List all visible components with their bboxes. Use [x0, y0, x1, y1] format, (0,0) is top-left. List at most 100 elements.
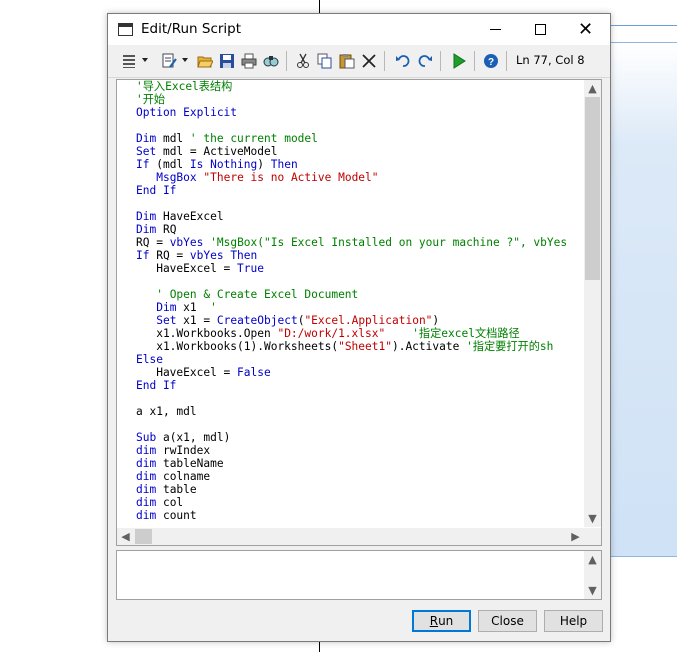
code-token: a x1, mdl [136, 405, 197, 418]
code-line[interactable]: dim colname [136, 470, 586, 483]
code-line[interactable]: Set mdl = ActiveModel [136, 145, 586, 158]
scroll-down-arrow[interactable]: ▼ [584, 582, 601, 599]
code-line[interactable]: If RQ = vbYes Then [136, 249, 586, 262]
code-line[interactable]: dim tableName [136, 457, 586, 470]
code-line[interactable] [136, 119, 586, 132]
run-script-button[interactable] [450, 52, 468, 70]
code-token: CreateObject [216, 314, 298, 327]
scroll-left-arrow[interactable]: ◀ [117, 528, 134, 545]
code-token: x1 = [176, 314, 217, 327]
code-token: End If [136, 184, 177, 197]
dropdown-arrow-icon[interactable] [142, 58, 148, 62]
help-button[interactable]: Help [544, 610, 603, 632]
code-token: "D:/work/1.xlsx" [277, 327, 386, 340]
edit-menu-button[interactable] [160, 52, 178, 70]
code-line[interactable] [136, 197, 586, 210]
output-vertical-scrollbar[interactable]: ▲ ▼ [584, 551, 601, 599]
dropdown-arrow-icon[interactable] [182, 58, 188, 62]
code-token: dim [136, 509, 157, 522]
code-line[interactable]: Set x1 = CreateObject("Excel.Application… [136, 314, 586, 327]
code-line[interactable]: Dim x1 ' [136, 301, 586, 314]
horizontal-scroll-thumb[interactable] [135, 529, 152, 544]
code-line[interactable]: a x1, mdl [136, 405, 586, 418]
scroll-up-arrow[interactable]: ▲ [584, 551, 601, 568]
code-line[interactable]: HaveExcel = True [136, 262, 586, 275]
scroll-up-arrow[interactable]: ▲ [584, 80, 601, 97]
code-line[interactable]: If (mdl Is Nothing) Then [136, 158, 586, 171]
code-token: ' the current model [189, 132, 318, 145]
code-line[interactable]: x1.Workbooks(1).Worksheets("Sheet1").Act… [136, 340, 586, 353]
vertical-scrollbar[interactable]: ▲ ▼ [584, 80, 601, 527]
redo-button[interactable] [416, 52, 434, 70]
scroll-down-arrow[interactable]: ▼ [584, 510, 601, 527]
scroll-right-arrow[interactable]: ▶ [567, 528, 584, 545]
code-token: HaveExcel = [136, 262, 238, 275]
code-line[interactable]: dim col [136, 496, 586, 509]
save-icon [220, 54, 234, 68]
code-line[interactable]: dim rwIndex [136, 444, 586, 457]
code-token: Option Explicit [136, 106, 238, 119]
code-line[interactable]: Dim RQ [136, 223, 586, 236]
undo-button[interactable] [394, 52, 412, 70]
code-line[interactable]: dim count [136, 509, 586, 522]
code-line[interactable]: End If [136, 379, 586, 392]
code-line[interactable]: Dim HaveExcel [136, 210, 586, 223]
code-line[interactable]: dim table [136, 483, 586, 496]
print-button[interactable] [240, 52, 258, 70]
code-token: mdl = ActiveModel [156, 145, 278, 158]
code-line[interactable]: Dim mdl ' the current model [136, 132, 586, 145]
code-token: (mdl [149, 158, 190, 171]
code-line[interactable] [136, 418, 586, 431]
code-line[interactable]: '导入Excel表结构 [136, 80, 586, 93]
code-token: End If [136, 379, 177, 392]
find-button[interactable] [262, 52, 280, 70]
copy-button[interactable] [316, 52, 334, 70]
code-token: count [156, 509, 197, 522]
code-token: HaveExcel = [136, 366, 238, 379]
code-line[interactable]: ' Open & Create Excel Document [136, 288, 586, 301]
editor-menu-icon [123, 55, 135, 68]
delete-button[interactable] [360, 52, 378, 70]
output-pane[interactable]: ▲ ▼ [116, 550, 602, 600]
redo-icon [418, 55, 432, 67]
code-line[interactable]: Else [136, 353, 586, 366]
close-button[interactable]: Close [478, 610, 537, 632]
vertical-scroll-thumb[interactable] [585, 97, 600, 280]
code-text[interactable]: '导入Excel表结构 '开始 Option Explicit Dim mdl ' … [136, 80, 586, 525]
code-token: dim [136, 457, 157, 470]
code-line[interactable]: RQ = vbYes 'MsgBox("Is Excel Installed o… [136, 236, 586, 249]
title-bar[interactable]: Edit/Run Script ✕ [108, 14, 610, 45]
run-hotkey: R [429, 614, 439, 628]
code-line[interactable]: Option Explicit [136, 106, 586, 119]
script-editor[interactable]: '导入Excel表结构 '开始 Option Explicit Dim mdl ' … [116, 79, 602, 546]
code-token: 'MsgBox("Is Excel Installed on your mach… [210, 236, 568, 249]
horizontal-scrollbar[interactable]: ◀ ▶ [117, 528, 584, 545]
maximize-button[interactable] [518, 14, 563, 45]
code-line[interactable] [136, 392, 586, 405]
code-line[interactable]: End If [136, 184, 586, 197]
code-line[interactable]: '开始 [136, 93, 586, 106]
paste-button[interactable] [338, 52, 356, 70]
cut-button[interactable] [294, 52, 312, 70]
close-window-button[interactable]: ✕ [563, 14, 608, 45]
code-token: ' [210, 301, 217, 314]
help-toolbar-button[interactable]: ? [482, 52, 500, 70]
code-token: a(x1, mdl) [156, 431, 231, 444]
undo-icon [396, 55, 410, 67]
run-button[interactable]: Run [412, 610, 471, 632]
code-token: False [237, 366, 271, 379]
editor-menu-button[interactable] [120, 52, 138, 70]
open-file-button[interactable] [196, 52, 214, 70]
code-line[interactable] [136, 275, 586, 288]
code-token: Sub [136, 431, 157, 444]
code-token: vbYes Then [189, 249, 258, 262]
minimize-button[interactable] [473, 14, 518, 45]
toolbar: ? Ln 77, Col 8 [108, 45, 610, 78]
code-line[interactable]: Sub a(x1, mdl) [136, 431, 586, 444]
save-button[interactable] [218, 52, 236, 70]
code-line[interactable]: HaveExcel = False [136, 366, 586, 379]
code-line[interactable]: x1.Workbooks.Open "D:/work/1.xlsx" '指定ex… [136, 327, 586, 340]
minimize-icon [490, 29, 501, 30]
code-line[interactable]: MsgBox "There is no Active Model" [136, 171, 586, 184]
